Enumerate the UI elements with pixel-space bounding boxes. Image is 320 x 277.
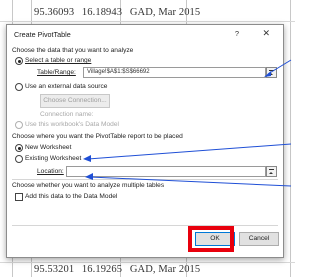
grid-line bbox=[0, 21, 295, 22]
dialog-titlebar: Create PivotTable ? ✕ bbox=[7, 25, 283, 43]
table-range-input[interactable]: Village!$A$1:$S$66692 bbox=[83, 67, 266, 78]
table-range-value: Village!$A$1:$S$66692 bbox=[87, 69, 150, 75]
dialog-title: Create PivotTable bbox=[14, 30, 71, 39]
choose-connection-button[interactable]: Choose Connection... bbox=[40, 94, 110, 108]
existing-worksheet-label[interactable]: Existing Worksheet bbox=[25, 155, 81, 162]
add-data-model-label[interactable]: Add this data to the Data Model bbox=[25, 193, 117, 200]
location-input[interactable] bbox=[66, 166, 266, 177]
external-source-label[interactable]: Use an external data source bbox=[25, 83, 107, 90]
cell-lat: 95.36093 bbox=[34, 7, 75, 18]
cell-source: GAD, Mar 2015 bbox=[129, 264, 201, 275]
add-data-model-checkbox[interactable] bbox=[15, 193, 23, 201]
section-placement-heading: Choose where you want the PivotTable rep… bbox=[12, 133, 183, 140]
create-pivottable-dialog: Create PivotTable ? ✕ Choose the data th… bbox=[6, 24, 284, 258]
table-row: 95.53201 16.19265 GAD, Mar 2015 bbox=[34, 264, 205, 275]
table-row: 95.36093 16.18943 GAD, Mar 2015 bbox=[34, 7, 205, 18]
location-label: Location: bbox=[37, 168, 64, 175]
existing-worksheet-radio[interactable] bbox=[15, 155, 23, 163]
cell-lon: 16.18943 bbox=[81, 7, 123, 18]
section-tables-heading: Choose whether you want to analyze multi… bbox=[12, 182, 165, 189]
help-icon[interactable]: ? bbox=[235, 29, 239, 38]
cell-source: GAD, Mar 2015 bbox=[129, 7, 201, 18]
ok-button[interactable]: OK bbox=[195, 232, 235, 246]
data-model-radio[interactable] bbox=[15, 121, 23, 129]
grid-line bbox=[290, 0, 291, 277]
select-table-label[interactable]: Select a table or range bbox=[25, 57, 91, 64]
new-worksheet-radio[interactable] bbox=[15, 144, 23, 152]
section-divider bbox=[12, 179, 278, 180]
external-source-radio[interactable] bbox=[15, 83, 23, 91]
new-worksheet-label[interactable]: New Worksheet bbox=[25, 144, 71, 151]
section-divider bbox=[12, 225, 278, 226]
data-model-label[interactable]: Use this workbook's Data Model bbox=[25, 121, 119, 128]
location-collapse-icon[interactable] bbox=[266, 166, 277, 177]
collapse-dialog-icon[interactable] bbox=[266, 67, 277, 78]
grid-line bbox=[0, 262, 295, 263]
cell-lon: 16.19265 bbox=[81, 264, 123, 275]
section-analyze-heading: Choose the data that you want to analyze bbox=[12, 47, 134, 54]
table-range-label: Table/Range: bbox=[37, 69, 76, 76]
connection-name-label: Connection name: bbox=[40, 111, 94, 118]
cancel-button[interactable]: Cancel bbox=[239, 232, 279, 246]
cell-lat: 95.53201 bbox=[34, 264, 75, 275]
close-icon[interactable]: ✕ bbox=[262, 28, 270, 39]
select-table-radio[interactable] bbox=[15, 57, 23, 65]
